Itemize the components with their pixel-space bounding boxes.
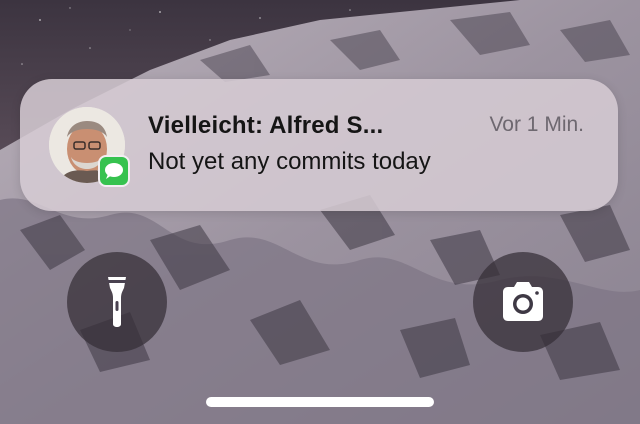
messages-app-icon bbox=[98, 155, 130, 187]
wallpaper bbox=[0, 0, 640, 424]
flashlight-button[interactable] bbox=[67, 252, 167, 352]
home-indicator[interactable] bbox=[206, 397, 434, 407]
notification-sender: Vielleicht: Alfred S... bbox=[148, 112, 384, 139]
flashlight-icon bbox=[108, 277, 126, 327]
camera-button[interactable] bbox=[473, 252, 573, 352]
notification-timestamp: Vor 1 Min. bbox=[489, 113, 584, 136]
camera-icon bbox=[503, 282, 543, 321]
message-notification[interactable]: Vielleicht: Alfred S... Vor 1 Min. Not y… bbox=[20, 79, 618, 211]
notification-message: Not yet any commits today bbox=[148, 148, 431, 175]
